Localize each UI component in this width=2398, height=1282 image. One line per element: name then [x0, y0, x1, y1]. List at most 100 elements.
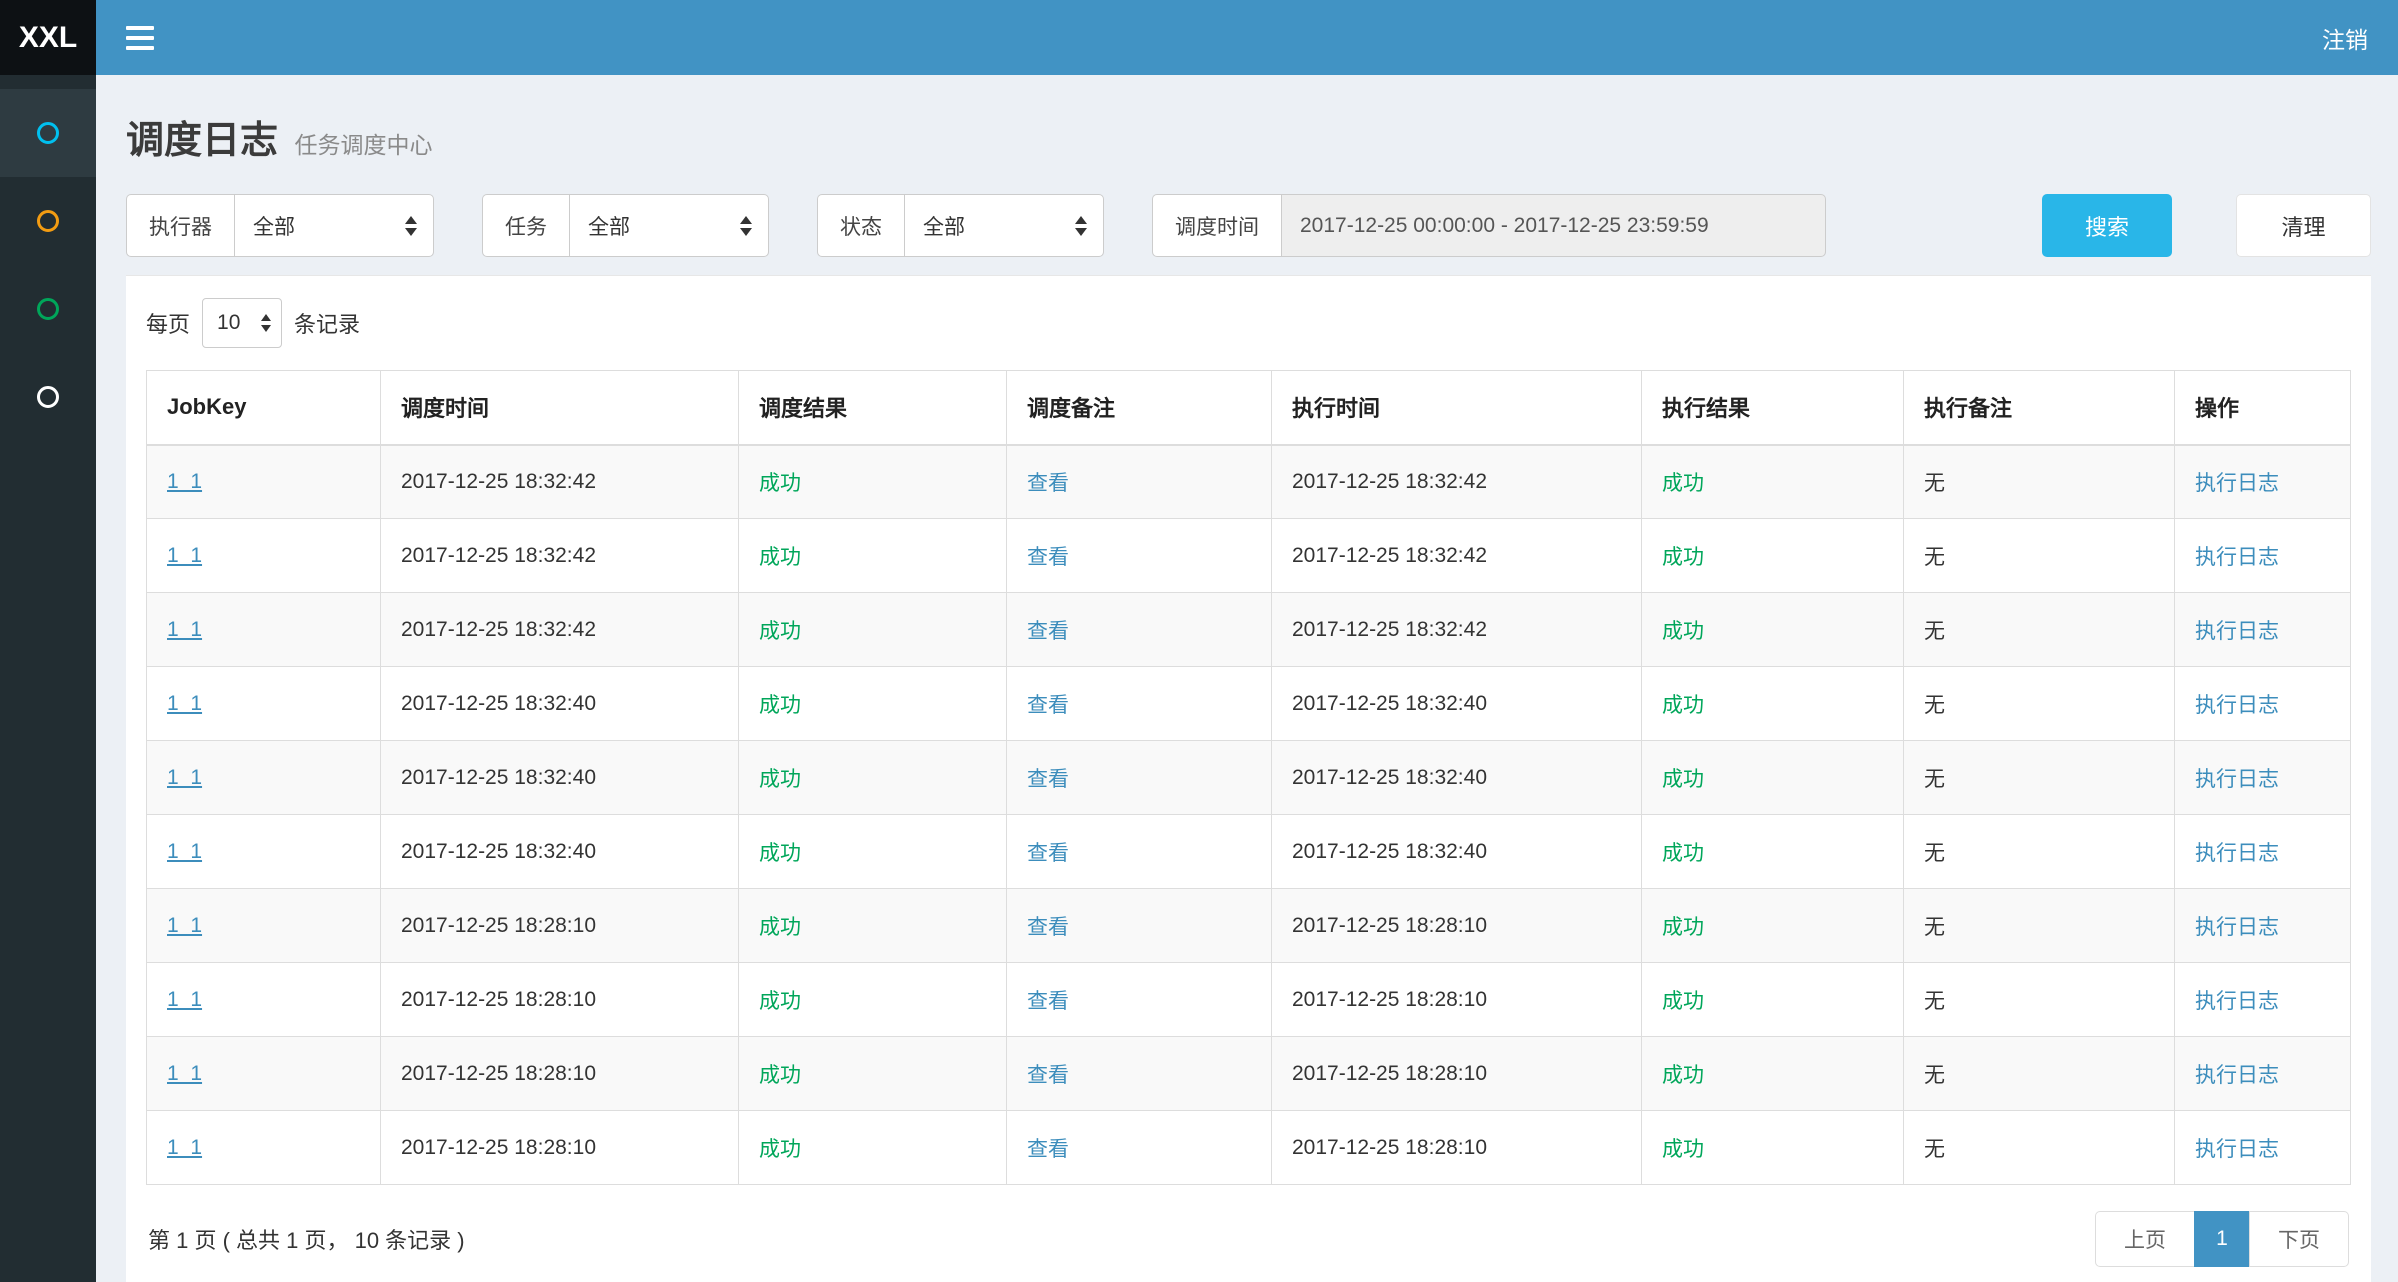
page-summary: 第 1 页 ( 总共 1 页， 10 条记录 ): [148, 1223, 465, 1255]
handle-time: 2017-12-25 18:28:10: [1292, 1136, 1487, 1159]
job-filter-label: 任务: [482, 194, 569, 257]
app-logo[interactable]: XXL: [0, 0, 96, 75]
table-row: 1_12017-12-25 18:28:10成功查看2017-12-25 18:…: [147, 1037, 2351, 1111]
trigger-msg-link[interactable]: 查看: [1027, 694, 1069, 717]
nav-item-3[interactable]: [0, 265, 96, 353]
jobkey-link[interactable]: 1_1: [167, 766, 202, 789]
handle-result: 成功: [1662, 546, 1704, 569]
exec-log-link[interactable]: 执行日志: [2195, 546, 2279, 569]
handle-msg: 无: [1924, 1064, 1945, 1087]
select-arrows-icon: [740, 216, 752, 236]
page-size-prefix: 每页: [146, 307, 190, 339]
trigger-msg-link[interactable]: 查看: [1027, 546, 1069, 569]
sidebar: [0, 75, 96, 1282]
handle-result: 成功: [1662, 472, 1704, 495]
exec-log-link[interactable]: 执行日志: [2195, 842, 2279, 865]
log-table-panel: 每页 10 条记录 JobKey调度时间调度结果调度备注执行时间执行结果执行备注…: [126, 275, 2371, 1282]
executor-filter-label: 执行器: [126, 194, 234, 257]
logout-link[interactable]: 注销: [2292, 0, 2398, 75]
jobkey-link[interactable]: 1_1: [167, 988, 202, 1011]
trigger-result: 成功: [759, 916, 801, 939]
nav-item-1[interactable]: [0, 89, 96, 177]
page-size-select[interactable]: 10: [202, 298, 282, 348]
exec-log-link[interactable]: 执行日志: [2195, 990, 2279, 1013]
trigger-time: 2017-12-25 18:32:42: [401, 618, 596, 641]
exec-log-link[interactable]: 执行日志: [2195, 472, 2279, 495]
exec-log-link[interactable]: 执行日志: [2195, 768, 2279, 791]
circle-icon: [37, 386, 59, 408]
handle-time: 2017-12-25 18:32:42: [1292, 544, 1487, 567]
status-filter-group: 状态 全部: [817, 194, 1104, 257]
table-header-row: JobKey调度时间调度结果调度备注执行时间执行结果执行备注操作: [147, 371, 2351, 445]
sidebar-toggle-button[interactable]: [96, 0, 184, 75]
trigger-result: 成功: [759, 694, 801, 717]
trigger-result: 成功: [759, 620, 801, 643]
jobkey-link[interactable]: 1_1: [167, 470, 202, 493]
jobkey-link[interactable]: 1_1: [167, 618, 202, 641]
table-row: 1_1 2017-12-25 18:32:42 成功 查看 2017-12-25 18:…: [147, 593, 2351, 667]
current-page-button[interactable]: 1: [2194, 1211, 2250, 1267]
main-content: 调度日志 任务调度中心 执行器 全部 任务 全部 状态 全部 调度: [96, 0, 2398, 1282]
trigger-msg-link[interactable]: 查看: [1027, 842, 1069, 865]
schedule-time-filter-group: 调度时间 2017-12-25 00:00:00 - 2017-12-25 23…: [1152, 194, 1826, 257]
trigger-result: 成功: [759, 1064, 801, 1087]
trigger-msg-link[interactable]: 查看: [1027, 768, 1069, 791]
handle-result: 成功: [1662, 694, 1704, 717]
trigger-result: 成功: [759, 546, 801, 569]
jobkey-link[interactable]: 1_1: [167, 544, 202, 567]
job-filter-select[interactable]: 全部: [569, 194, 769, 257]
hamburger-icon: [126, 26, 154, 30]
handle-result: 成功: [1662, 1138, 1704, 1161]
exec-log-link[interactable]: 执行日志: [2195, 1064, 2279, 1087]
nav-item-4[interactable]: [0, 353, 96, 441]
job-filter-value: 全部: [588, 211, 630, 241]
trigger-msg-link[interactable]: 查看: [1027, 1138, 1069, 1161]
trigger-msg-link[interactable]: 查看: [1027, 1064, 1069, 1087]
handle-time: 2017-12-25 18:32:42: [1292, 470, 1487, 493]
search-button[interactable]: 搜索: [2042, 194, 2172, 257]
handle-time: 2017-12-25 18:28:10: [1292, 988, 1487, 1011]
handle-msg: 无: [1924, 768, 1945, 791]
column-header: 执行结果: [1642, 371, 1904, 445]
handle-msg: 无: [1924, 620, 1945, 643]
exec-log-link[interactable]: 执行日志: [2195, 1138, 2279, 1161]
clear-button[interactable]: 清理: [2236, 194, 2371, 257]
column-header: 调度备注: [1007, 371, 1272, 445]
handle-time: 2017-12-25 18:32:42: [1292, 618, 1487, 641]
handle-result: 成功: [1662, 990, 1704, 1013]
handle-result: 成功: [1662, 768, 1704, 791]
handle-result: 成功: [1662, 620, 1704, 643]
schedule-time-input[interactable]: 2017-12-25 00:00:00 - 2017-12-25 23:59:5…: [1281, 194, 1826, 257]
table-row: 1_1 2017-12-25 18:32:40 成功 查看 2017-12-25 18:…: [147, 667, 2351, 741]
column-header: 执行备注: [1904, 371, 2175, 445]
exec-log-link[interactable]: 执行日志: [2195, 694, 2279, 717]
select-arrows-icon: [405, 216, 417, 236]
jobkey-link[interactable]: 1_1: [167, 914, 202, 937]
handle-time: 2017-12-25 18:32:40: [1292, 840, 1487, 863]
jobkey-link[interactable]: 1_1: [167, 1136, 202, 1159]
handle-time: 2017-12-25 18:28:10: [1292, 1062, 1487, 1085]
table-footer: 第 1 页 ( 总共 1 页， 10 条记录 ) 上页 1 下页: [146, 1185, 2351, 1282]
nav-item-2[interactable]: [0, 177, 96, 265]
jobkey-link[interactable]: 1_1: [167, 692, 202, 715]
jobkey-link[interactable]: 1_1: [167, 1062, 202, 1085]
circle-icon: [37, 210, 59, 232]
trigger-time: 2017-12-25 18:32:40: [401, 692, 596, 715]
executor-filter-select[interactable]: 全部: [234, 194, 434, 257]
trigger-msg-link[interactable]: 查看: [1027, 620, 1069, 643]
exec-log-link[interactable]: 执行日志: [2195, 916, 2279, 939]
trigger-msg-link[interactable]: 查看: [1027, 472, 1069, 495]
circle-icon: [37, 298, 59, 320]
page-size-control: 每页 10 条记录: [146, 298, 2351, 348]
trigger-msg-link[interactable]: 查看: [1027, 916, 1069, 939]
next-page-button[interactable]: 下页: [2249, 1211, 2349, 1267]
log-table: JobKey调度时间调度结果调度备注执行时间执行结果执行备注操作 1_1 2017…: [146, 370, 2351, 1185]
prev-page-button[interactable]: 上页: [2095, 1211, 2195, 1267]
status-filter-select[interactable]: 全部: [904, 194, 1104, 257]
handle-time: 2017-12-25 18:32:40: [1292, 692, 1487, 715]
exec-log-link[interactable]: 执行日志: [2195, 620, 2279, 643]
trigger-msg-link[interactable]: 查看: [1027, 990, 1069, 1013]
handle-result: 成功: [1662, 1064, 1704, 1087]
handle-result: 成功: [1662, 916, 1704, 939]
jobkey-link[interactable]: 1_1: [167, 840, 202, 863]
